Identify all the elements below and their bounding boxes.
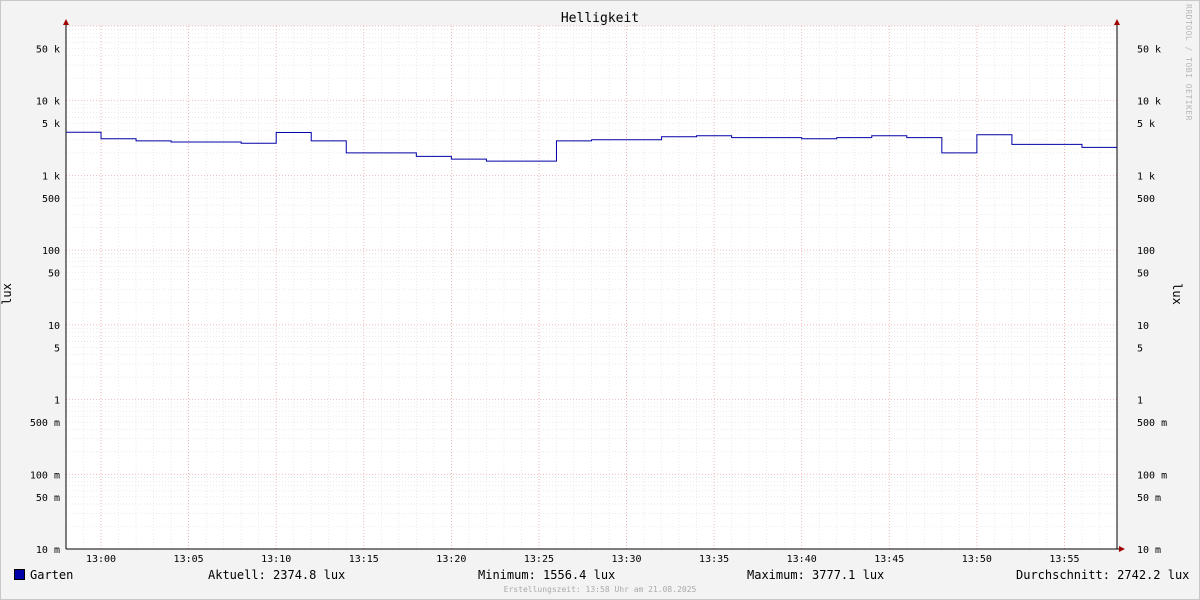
y-tick-label-right: 500 [1137, 194, 1155, 205]
y-tick-label-left: 5 [54, 343, 60, 354]
legend-minimum: Minimum: 1556.4 lux [478, 568, 616, 582]
y-tick-label-left: 50 [48, 269, 60, 280]
y-tick-label-right: 50 [1137, 269, 1149, 280]
y-tick-label-left: 5 k [42, 119, 60, 130]
x-tick-label: 13:55 [1049, 554, 1079, 565]
x-tick-label: 13:45 [874, 554, 904, 565]
y-tick-label-right: 10 m [1137, 545, 1161, 556]
y-tick-label-left: 1 [54, 396, 60, 407]
x-tick-label: 13:30 [611, 554, 641, 565]
y-tick-label-right: 50 k [1137, 44, 1161, 55]
y-axis-arrow-right [1114, 19, 1120, 25]
chart-plot: 50 k 50 k 10 k 10 k 5 k 5 k 1 k 1 k 500 500 100 100… [30, 19, 1167, 565]
x-tick-label: 13:00 [86, 554, 116, 565]
legend-swatch-garten [14, 569, 25, 580]
y-tick-label-right: 10 [1137, 321, 1149, 332]
y-tick-label-left: 1 k [42, 171, 60, 182]
x-tick-label: 13:10 [261, 554, 291, 565]
y-tick-label-left: 50 m [36, 493, 60, 504]
y-tick-label-right: 10 k [1137, 97, 1161, 108]
y-tick-label-left: 500 [42, 194, 60, 205]
y-tick-label-left: 50 k [36, 44, 60, 55]
y-tick-label-right: 100 [1137, 246, 1155, 257]
x-tick-label: 13:25 [524, 554, 554, 565]
y-tick-label-right: 5 k [1137, 119, 1155, 130]
x-tick-label: 13:20 [436, 554, 466, 565]
y-tick-label-right: 1 k [1137, 171, 1155, 182]
legend-average: Durchschnitt: 2742.2 lux [1016, 568, 1190, 582]
y-tick-label-left: 100 [42, 246, 60, 257]
y-tick-label-left: 10 m [36, 545, 60, 556]
y-tick-label-left: 500 m [30, 418, 60, 429]
legend-maximum: Maximum: 3777.1 lux [747, 568, 885, 582]
y-tick-label-right: 1 [1137, 396, 1143, 407]
x-tick-label: 13:05 [174, 554, 204, 565]
x-tick-label: 13:40 [787, 554, 817, 565]
y-tick-label-left: 100 m [30, 470, 60, 481]
x-axis-arrow [1119, 546, 1125, 552]
y-tick-label-right: 5 [1137, 343, 1143, 354]
x-tick-label: 13:35 [699, 554, 729, 565]
y-tick-label-left: 10 [48, 321, 60, 332]
y-tick-label-right: 500 m [1137, 418, 1167, 429]
y-tick-label-left: 10 k [36, 97, 60, 108]
y-tick-label-right: 100 m [1137, 470, 1167, 481]
y-axis-arrow-left [63, 19, 69, 25]
y-tick-label-right: 50 m [1137, 493, 1161, 504]
x-tick-label: 13:15 [349, 554, 379, 565]
creation-timestamp: Erstellungszeit: 13:58 Uhr am 21.08.2025 [503, 585, 697, 594]
legend-series-name: Garten [30, 568, 74, 582]
x-tick-label: 13:50 [962, 554, 992, 565]
legend-current: Aktuell: 2374.8 lux [208, 568, 346, 582]
